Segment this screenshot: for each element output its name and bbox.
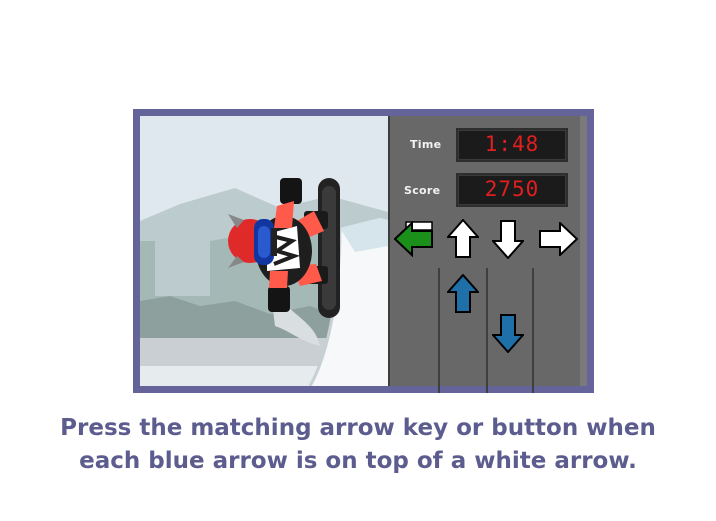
time-label: Time [410, 138, 442, 151]
hud-edge [580, 116, 587, 386]
falling-down-arrow [492, 314, 524, 353]
falling-up-arrow [447, 274, 479, 313]
instructions: Press the matching arrow key or button w… [0, 412, 716, 478]
scene-illustration [140, 116, 388, 386]
lane-divider [486, 268, 488, 393]
game-frame: Time 1:48 Score 2750 [133, 109, 594, 393]
instructions-line-2: each blue arrow is on top of a white arr… [79, 448, 637, 474]
left-arrow-button[interactable] [394, 221, 434, 257]
lane-divider [438, 268, 440, 393]
hud-panel: Time 1:48 Score 2750 [388, 116, 580, 393]
down-arrow-button[interactable] [492, 219, 524, 259]
right-arrow-button[interactable] [538, 222, 578, 256]
snowboard-scene [140, 116, 388, 386]
instructions-line-1: Press the matching arrow key or button w… [60, 415, 656, 441]
lane-divider [532, 268, 534, 393]
score-label: Score [404, 184, 441, 197]
up-arrow-button[interactable] [447, 219, 479, 259]
score-display: 2750 [456, 173, 568, 207]
time-display: 1:48 [456, 128, 568, 162]
